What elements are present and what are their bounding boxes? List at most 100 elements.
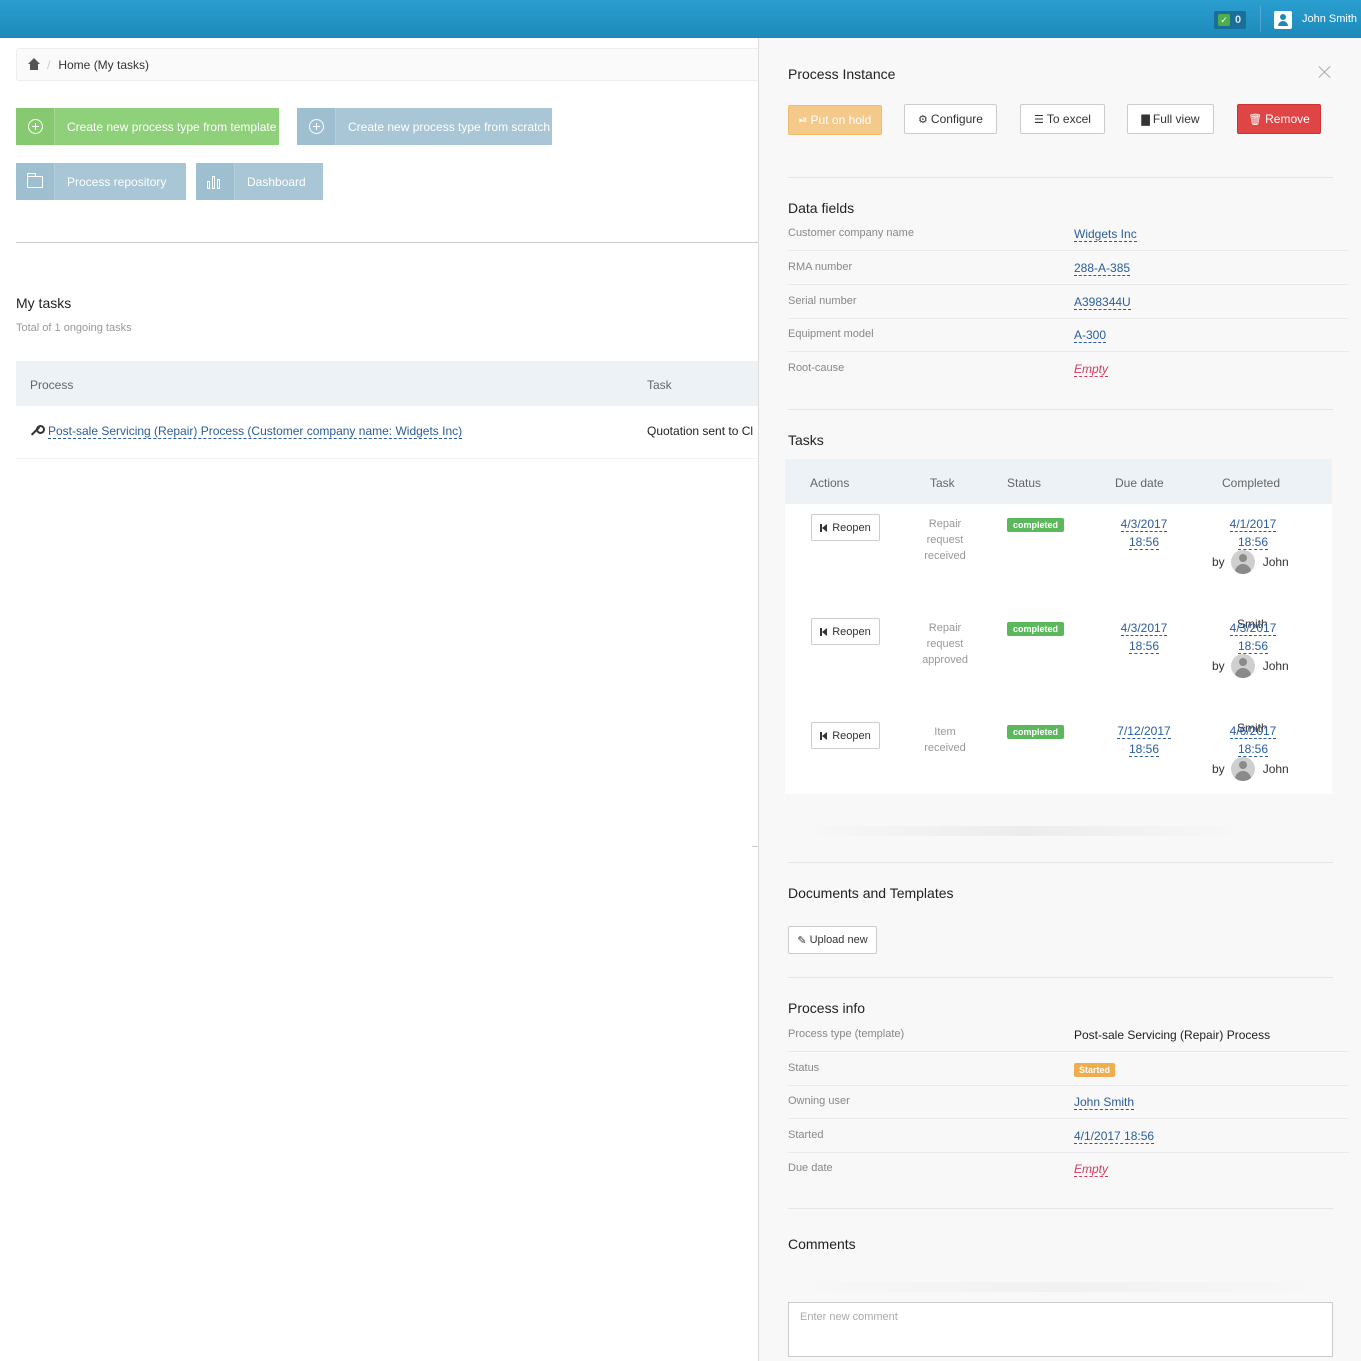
due-date-time: 18:56: [1128, 639, 1160, 654]
field-value[interactable]: A398344U: [1074, 295, 1131, 310]
due-date[interactable]: 4/3/2017 18:56: [1104, 619, 1184, 655]
divider: [788, 409, 1333, 410]
dashboard-button[interactable]: Dashboard: [196, 163, 323, 200]
upload-new-button[interactable]: ✎ Upload new: [788, 926, 877, 954]
pause-icon: ⏯: [798, 113, 808, 126]
process-link[interactable]: Post-sale Servicing (Repair) Process (Cu…: [48, 424, 463, 439]
field-row-equipment: Equipment model A-300: [788, 318, 1349, 352]
divider: [788, 1208, 1333, 1209]
task-name-line: approved: [922, 654, 968, 666]
process-repository-button[interactable]: Process repository: [16, 163, 186, 200]
notifications-count: 0: [1235, 14, 1242, 26]
completed-date[interactable]: 4/6/2017 18:56: [1213, 722, 1293, 758]
plus-circle-icon: [308, 119, 324, 134]
to-excel-label: To excel: [1046, 112, 1091, 126]
home-icon[interactable]: [27, 58, 41, 71]
field-value[interactable]: Empty: [1074, 362, 1109, 377]
comments-list: [788, 1282, 1333, 1292]
status-badge: Started: [1074, 1063, 1116, 1077]
topbar-divider: [1260, 6, 1261, 32]
reopen-label: Reopen: [832, 729, 871, 742]
folder-icon: [27, 172, 43, 188]
due-date[interactable]: 4/3/2017 18:56: [1104, 515, 1184, 551]
to-excel-button[interactable]: ☰ To excel: [1020, 104, 1105, 134]
field-key: Serial number: [788, 295, 857, 307]
column-task[interactable]: Task: [647, 378, 672, 392]
user-first-name: John: [1262, 555, 1289, 569]
full-view-label: Full view: [1152, 112, 1200, 126]
info-value[interactable]: 4/1/2017 18:56: [1074, 1129, 1155, 1144]
horizontal-scrollbar[interactable]: [799, 826, 1249, 836]
task-name-line: received: [924, 550, 966, 562]
field-row-serial: Serial number A398344U: [788, 285, 1349, 319]
table-row[interactable]: Post-sale Servicing (Repair) Process (Cu…: [16, 406, 758, 459]
column-due-date[interactable]: Due date: [1115, 476, 1164, 490]
info-value[interactable]: John Smith: [1074, 1095, 1135, 1110]
remove-label: Remove: [1265, 112, 1310, 126]
step-backward-icon: [820, 627, 828, 636]
create-from-scratch-button[interactable]: Create new process type from scratch: [297, 108, 552, 145]
dashboard-label: Dashboard: [247, 174, 306, 189]
process-info-title: Process info: [788, 1000, 866, 1016]
breadcrumb: / Home (My tasks): [16, 48, 758, 81]
due-date-day: 4/3/2017: [1120, 621, 1168, 636]
completed-date[interactable]: 4/1/2017 18:56: [1213, 515, 1293, 551]
info-key: Due date: [788, 1162, 833, 1174]
task-name-line: Repair: [928, 622, 962, 634]
remove-button[interactable]: 🗑 Remove: [1237, 104, 1321, 134]
info-row-type: Process type (template) Post-sale Servic…: [788, 1018, 1349, 1052]
column-process[interactable]: Process: [30, 378, 73, 392]
completed-by: by John: [1212, 654, 1289, 678]
user-name[interactable]: John Smith: [1302, 13, 1357, 25]
completed-date[interactable]: 4/3/2017 18:56: [1213, 619, 1293, 655]
divider: [788, 177, 1333, 178]
configure-button[interactable]: ⚙ Configure: [904, 104, 997, 134]
put-on-hold-button[interactable]: ⏯ Put on hold: [788, 105, 882, 135]
due-date-time: 18:56: [1128, 535, 1160, 550]
reopen-label: Reopen: [832, 625, 871, 638]
reopen-button[interactable]: Reopen: [811, 618, 880, 645]
field-key: Equipment model: [788, 328, 874, 340]
column-actions: Actions: [810, 476, 850, 490]
close-icon[interactable]: [1317, 64, 1333, 80]
status-badge: completed: [1007, 518, 1065, 532]
comment-input[interactable]: [788, 1302, 1333, 1357]
info-value[interactable]: Empty: [1074, 1162, 1109, 1177]
reopen-button[interactable]: Reopen: [811, 514, 880, 541]
full-view-button[interactable]: ▇ Full view: [1127, 104, 1214, 134]
section-divider: [16, 242, 758, 243]
create-from-scratch-label: Create new process type from scratch: [348, 119, 551, 134]
tasks-title: Tasks: [788, 432, 824, 448]
task-name-line: request: [926, 638, 964, 650]
due-date[interactable]: 7/12/2017 18:56: [1104, 722, 1184, 758]
user-icon[interactable]: [1274, 11, 1292, 29]
paperclip-icon: ✎: [797, 934, 807, 947]
step-backward-icon: [820, 731, 828, 740]
by-label: by: [1212, 555, 1225, 569]
process-repository-label: Process repository: [67, 174, 167, 189]
field-value[interactable]: Widgets Inc: [1074, 227, 1137, 242]
by-label: by: [1212, 659, 1225, 673]
info-key: Process type (template): [788, 1028, 905, 1040]
task-cell[interactable]: Quotation sent to Cl: [647, 424, 753, 438]
completed-date-day: 4/3/2017: [1229, 621, 1277, 636]
user-first-name: John: [1262, 659, 1289, 673]
user-first-name: John: [1262, 762, 1289, 776]
column-status[interactable]: Status: [1007, 476, 1041, 490]
reopen-button[interactable]: Reopen: [811, 722, 880, 749]
my-tasks-subtitle: Total of 1 ongoing tasks: [16, 322, 132, 334]
notifications-badge[interactable]: ✓ 0: [1214, 11, 1246, 29]
create-from-template-button[interactable]: Create new process type from template: [16, 108, 279, 145]
breadcrumb-separator: /: [47, 57, 51, 72]
field-value[interactable]: A-300: [1074, 328, 1107, 343]
main-area: / Home (My tasks) Create new process typ…: [0, 38, 758, 1361]
column-completed[interactable]: Completed: [1222, 476, 1280, 490]
field-key: Customer company name: [788, 227, 914, 239]
status-badge: completed: [1007, 725, 1065, 739]
field-row-rma: RMA number 288-A-385: [788, 251, 1349, 285]
tasks-table-header: Actions Task Status Due date Completed: [785, 459, 1332, 504]
column-task[interactable]: Task: [930, 476, 955, 490]
field-value[interactable]: 288-A-385: [1074, 261, 1131, 276]
tasks-table: Actions Task Status Due date Completed R…: [785, 459, 1332, 794]
info-row-started: Started 4/1/2017 18:56: [788, 1119, 1349, 1153]
